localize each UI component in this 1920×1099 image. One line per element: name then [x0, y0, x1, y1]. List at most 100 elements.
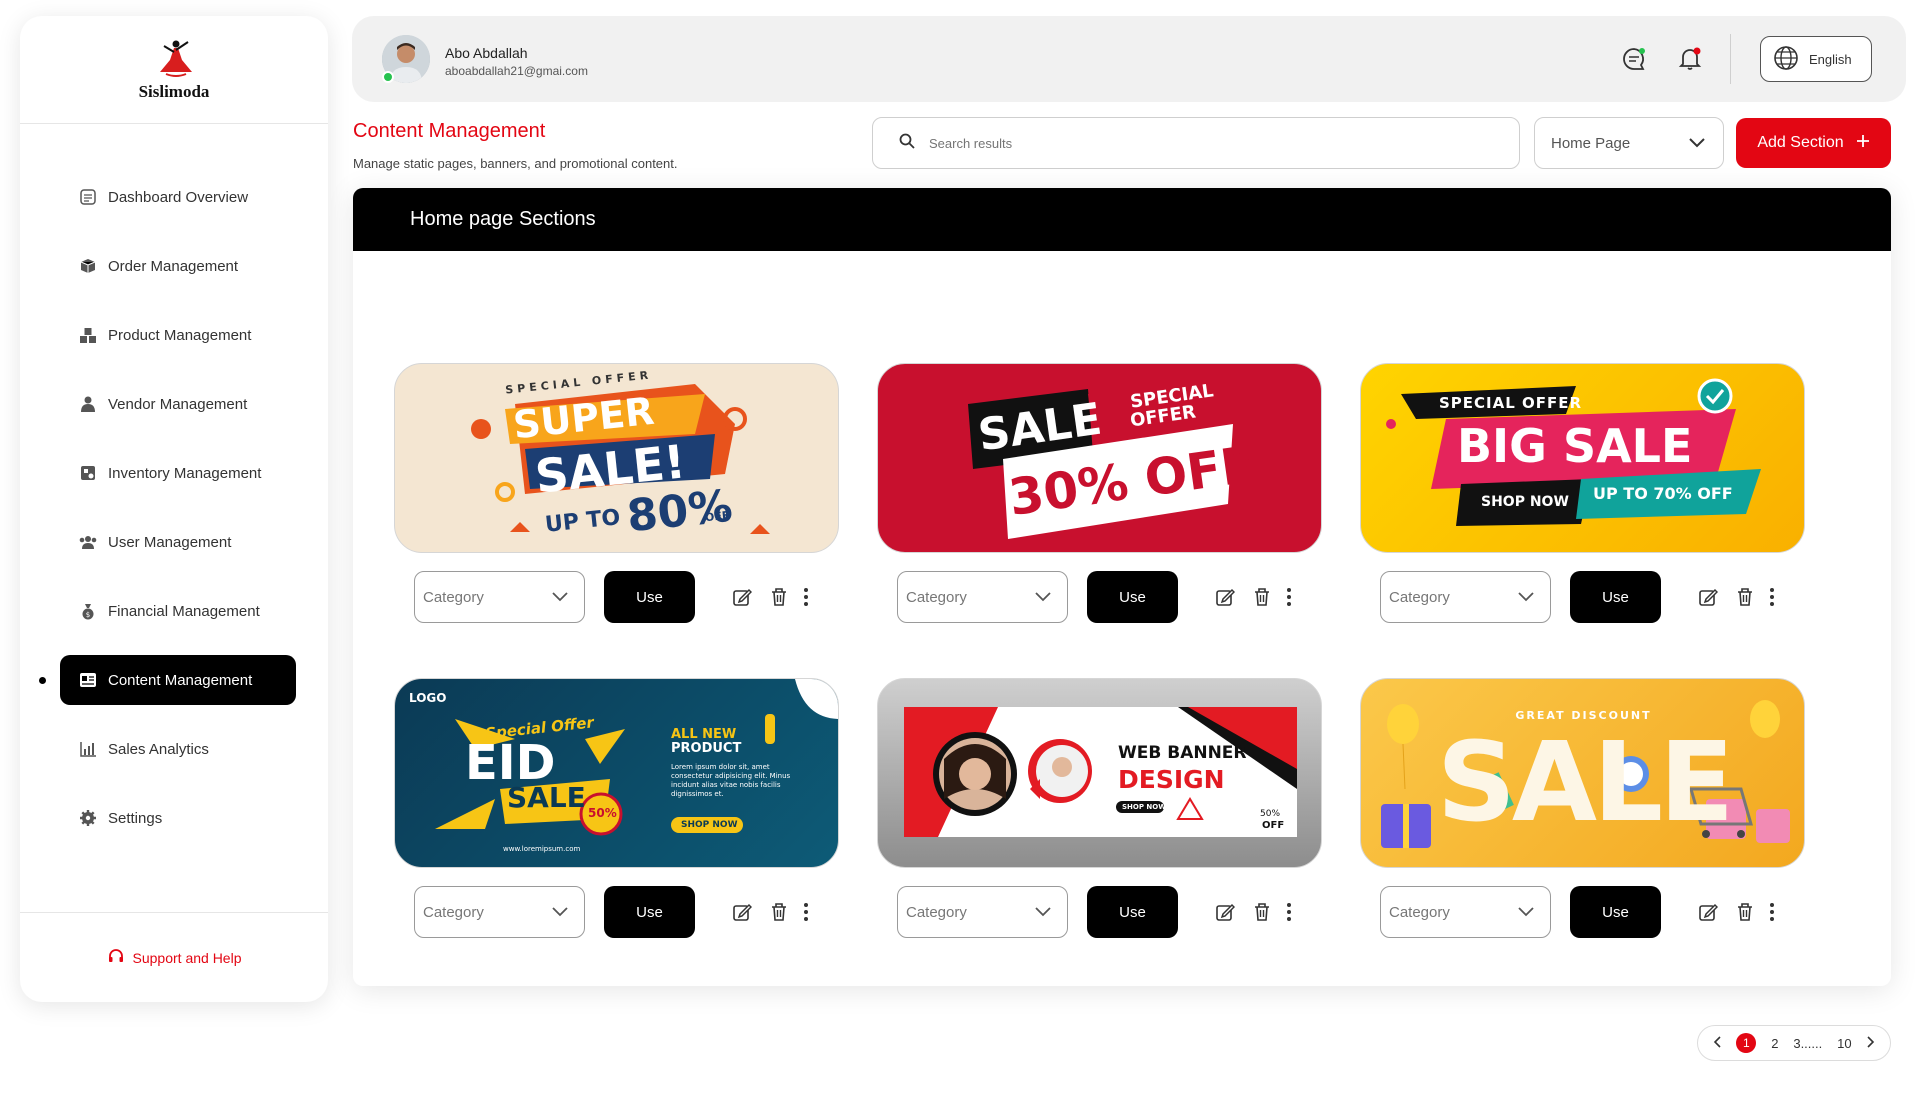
- banner-text: DESIGN: [1118, 765, 1225, 794]
- support-link[interactable]: Support and Help: [20, 912, 328, 1002]
- use-button[interactable]: Use: [1570, 886, 1661, 938]
- dancer-logo-icon: [152, 38, 196, 80]
- use-button[interactable]: Use: [604, 886, 695, 938]
- page-number-last[interactable]: 10: [1837, 1036, 1851, 1051]
- banner-image[interactable]: GREAT DISCOUNT SALE: [1360, 678, 1805, 868]
- add-section-button[interactable]: Add Section: [1736, 118, 1891, 168]
- user-email: aboabdallah21@gmai.com: [445, 64, 588, 78]
- chevron-right-icon[interactable]: [1866, 1035, 1875, 1051]
- sidebar-item-analytics[interactable]: Sales Analytics: [60, 724, 296, 774]
- notification-bell-icon[interactable]: [1675, 44, 1705, 74]
- banner-text: www.loremipsum.com: [503, 845, 581, 853]
- chevron-down-icon: [552, 904, 568, 921]
- edit-icon[interactable]: [1696, 900, 1720, 924]
- edit-icon[interactable]: [1213, 585, 1237, 609]
- trash-icon[interactable]: [1250, 900, 1274, 924]
- sidebar-item-content[interactable]: Content Management: [39, 655, 296, 705]
- sidebar-item-label: Inventory Management: [108, 464, 262, 482]
- edit-icon[interactable]: [1696, 585, 1720, 609]
- category-select[interactable]: Category: [897, 571, 1068, 623]
- sidebar-item-label: Vendor Management: [108, 395, 248, 413]
- banner-text: 50%: [1260, 809, 1281, 819]
- gear-icon: [78, 808, 98, 828]
- banner-controls: Category Use: [1380, 571, 1800, 623]
- banner-controls: Category Use: [897, 886, 1317, 938]
- banner-image[interactable]: SALE SPECIAL OFFER 30% OFF: [877, 363, 1322, 553]
- sidebar-item-orders[interactable]: Order Management: [60, 241, 296, 291]
- more-options-icon[interactable]: [1277, 900, 1301, 924]
- sidebar-item-label: Content Management: [108, 671, 253, 689]
- banner-controls: Category Use: [897, 571, 1317, 623]
- user-name: Abo Abdallah: [445, 45, 528, 61]
- finance-icon: $: [78, 601, 98, 621]
- edit-icon[interactable]: [730, 585, 754, 609]
- banner-text: SALE: [507, 781, 586, 814]
- category-placeholder: Category: [423, 588, 484, 606]
- edit-icon[interactable]: [1213, 900, 1237, 924]
- banner-tile: SALE SPECIAL OFFER 30% OFF Category Use: [877, 363, 1322, 623]
- banner-tile: WEB BANNER DESIGN SHOP NOW 50% OFF Categ…: [877, 678, 1322, 938]
- more-options-icon[interactable]: [794, 585, 818, 609]
- search-box[interactable]: [872, 117, 1520, 169]
- category-select[interactable]: Category: [1380, 571, 1551, 623]
- page-number[interactable]: 3......: [1793, 1036, 1822, 1051]
- sidebar-item-vendors[interactable]: Vendor Management: [60, 379, 296, 429]
- pagination: 1 2 3...... 10: [1697, 1025, 1891, 1061]
- category-select[interactable]: Category: [414, 886, 585, 938]
- sidebar-item-inventory[interactable]: Inventory Management: [60, 448, 296, 498]
- sidebar: Sislimoda Dashboard Overview Order Manag…: [20, 16, 328, 1002]
- category-select[interactable]: Category: [1380, 886, 1551, 938]
- more-options-icon[interactable]: [1277, 585, 1301, 609]
- sidebar-item-products[interactable]: Product Management: [60, 310, 296, 360]
- sidebar-item-finance[interactable]: $ Financial Management: [60, 586, 296, 636]
- svg-text:$: $: [86, 611, 90, 619]
- category-placeholder: Category: [906, 903, 967, 921]
- trash-icon[interactable]: [1733, 585, 1757, 609]
- banner-tile: SPECIAL OFFER BIG SALE SHOP NOW UP TO 70…: [1360, 363, 1805, 623]
- banner-text: 50%: [588, 806, 617, 820]
- page-number[interactable]: 2: [1771, 1036, 1778, 1051]
- messages-icon[interactable]: [1619, 44, 1649, 74]
- banner-tile: GREAT DISCOUNT SALE Category Use: [1360, 678, 1805, 938]
- use-button[interactable]: Use: [1087, 886, 1178, 938]
- more-options-icon[interactable]: [794, 900, 818, 924]
- page-number-current[interactable]: 1: [1736, 1033, 1757, 1053]
- edit-icon[interactable]: [730, 900, 754, 924]
- banner-text: PRODUCT: [671, 741, 742, 756]
- trash-icon[interactable]: [767, 900, 791, 924]
- sidebar-item-label: User Management: [108, 533, 232, 551]
- chevron-left-icon[interactable]: [1713, 1035, 1722, 1051]
- language-label: English: [1809, 51, 1852, 67]
- add-section-label: Add Section: [1757, 134, 1844, 151]
- category-select[interactable]: Category: [897, 886, 1068, 938]
- more-options-icon[interactable]: [1760, 585, 1784, 609]
- trash-icon[interactable]: [767, 585, 791, 609]
- banner-text: SHOP NOW: [1481, 494, 1569, 510]
- sidebar-item-users[interactable]: User Management: [60, 517, 296, 567]
- use-button[interactable]: Use: [1570, 571, 1661, 623]
- banner-image[interactable]: SPECIAL OFFER SUPER SALE! UP TO 80% OFF: [394, 363, 839, 553]
- trash-icon[interactable]: [1733, 900, 1757, 924]
- users-icon: [78, 532, 98, 552]
- banner-controls: Category Use: [414, 886, 834, 938]
- more-options-icon[interactable]: [1760, 900, 1784, 924]
- language-button[interactable]: English: [1760, 36, 1872, 82]
- logo[interactable]: Sislimoda: [20, 16, 328, 124]
- banner-image[interactable]: WEB BANNER DESIGN SHOP NOW 50% OFF: [877, 678, 1322, 868]
- trash-icon[interactable]: [1250, 585, 1274, 609]
- use-button[interactable]: Use: [1087, 571, 1178, 623]
- sidebar-item-dashboard[interactable]: Dashboard Overview: [60, 172, 296, 222]
- search-input[interactable]: [929, 135, 1489, 151]
- section-title: Home page Sections: [410, 208, 596, 230]
- banner-image[interactable]: SPECIAL OFFER BIG SALE SHOP NOW UP TO 70…: [1360, 363, 1805, 553]
- banner-image[interactable]: LOGO Special Offer EID SALE 50% ALL NEW …: [394, 678, 839, 868]
- vendor-icon: [78, 394, 98, 414]
- use-button[interactable]: Use: [604, 571, 695, 623]
- banner-text: Lorem ipsum dolor sit, amet consectetur …: [671, 763, 791, 798]
- sidebar-item-settings[interactable]: Settings: [60, 793, 296, 843]
- category-select[interactable]: Category: [414, 571, 585, 623]
- category-placeholder: Category: [423, 903, 484, 921]
- page-select-dropdown[interactable]: Home Page: [1534, 117, 1724, 169]
- banner-text: SHOP NOW: [1122, 803, 1166, 811]
- chevron-down-icon: [1035, 589, 1051, 606]
